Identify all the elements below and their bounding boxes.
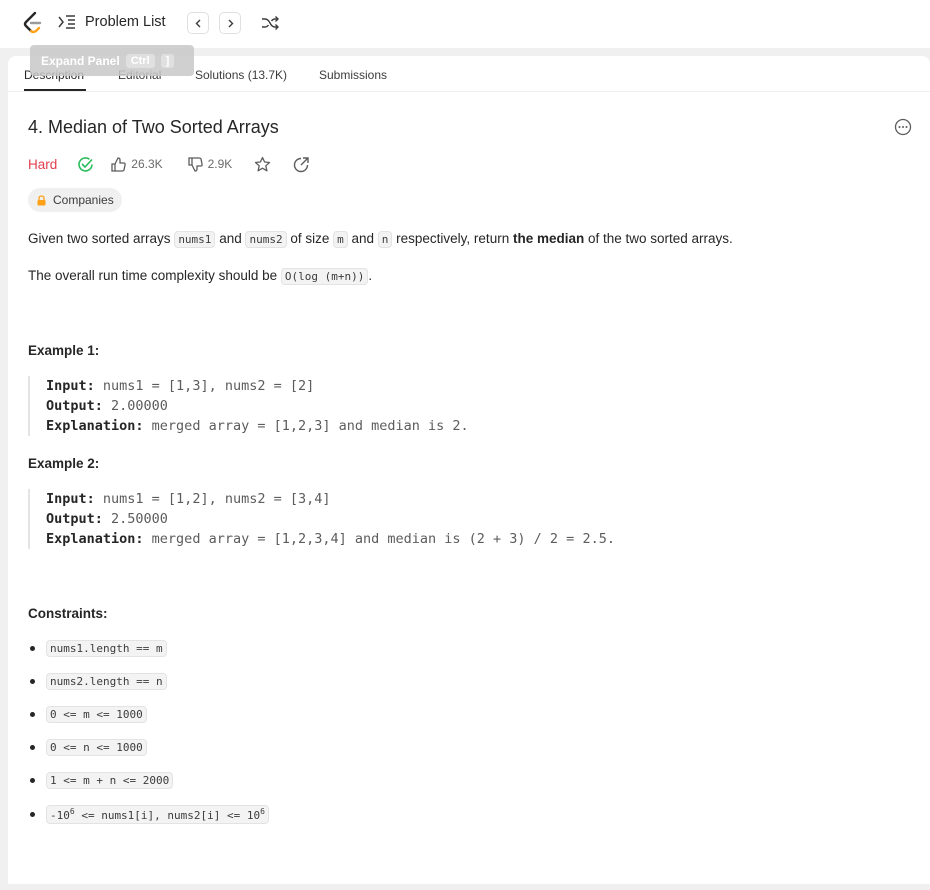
example-explanation: merged array = [1,2,3,4] and median is (… <box>143 531 615 547</box>
prev-problem-button[interactable] <box>187 12 209 34</box>
inline-code: m <box>333 231 348 248</box>
constraint-code: nums2.length == n <box>46 673 167 690</box>
example-output: 2.00000 <box>102 398 168 414</box>
constraint-code: 0 <= m <= 1000 <box>46 706 147 723</box>
text: of size <box>286 231 334 246</box>
problem-list-label: Problem List <box>85 14 166 30</box>
chevron-right-icon <box>228 19 233 27</box>
tab-solutions[interactable]: Solutions (13.7K) <box>195 68 287 82</box>
top-bar: Problem List <box>0 0 930 48</box>
problem-meta-row: Hard 26.3K 2.9K <box>28 155 310 173</box>
text: The overall run time complexity should b… <box>28 268 281 283</box>
companies-label: Companies <box>53 193 114 207</box>
shuffle-icon[interactable] <box>261 14 279 32</box>
tab-submissions[interactable]: Submissions <box>319 68 387 82</box>
next-problem-button[interactable] <box>219 12 241 34</box>
explanation-label: Explanation: <box>46 418 144 434</box>
more-options-icon[interactable] <box>894 118 912 136</box>
problem-title: 4. Median of Two Sorted Arrays <box>28 117 279 137</box>
example-output: 2.50000 <box>102 511 168 527</box>
leetcode-logo-icon[interactable] <box>22 11 44 35</box>
example-explanation: merged array = [1,2,3] and median is 2. <box>143 418 469 434</box>
constraint-code: 1 <= m + n <= 2000 <box>46 772 174 789</box>
inline-code: nums1 <box>174 231 216 248</box>
constraint-item: nums2.length == n <box>28 673 167 690</box>
example-1-block: Input: nums1 = [1,3], nums2 = [2] Output… <box>28 376 469 436</box>
output-label: Output: <box>46 398 103 414</box>
active-tab-indicator <box>24 89 86 91</box>
superscript: 6 <box>260 807 265 816</box>
description-paragraph-1: Given two sorted arrays nums1 and nums2 … <box>28 231 733 248</box>
bold-text: the median <box>512 231 585 246</box>
shortcut-key: Ctrl <box>125 53 155 68</box>
constraints-heading: Constraints: <box>28 606 108 621</box>
chevron-left-icon <box>195 19 200 27</box>
difficulty-badge: Hard <box>28 156 58 172</box>
constraint-item: -106 <= nums1[i], nums2[i] <= 106 <box>28 805 269 824</box>
example-1-heading: Example 1: <box>28 343 100 358</box>
thumbs-down-icon <box>187 156 203 172</box>
example-input: nums1 = [1,2], nums2 = [3,4] <box>94 491 331 507</box>
text: <= nums1[i], nums2[i] <= 10 <box>74 809 261 822</box>
inline-code: n <box>377 231 393 248</box>
constraint-item: nums1.length == m <box>28 640 167 657</box>
text: respectively, return <box>392 231 513 246</box>
constraint-item: 0 <= n <= 1000 <box>28 739 147 756</box>
text: and <box>347 231 378 246</box>
lock-icon <box>37 194 46 205</box>
inline-code: nums2 <box>245 231 287 248</box>
bullet <box>30 812 35 817</box>
like-button[interactable]: 26.3K <box>110 156 163 173</box>
bullet <box>30 679 35 684</box>
bullet <box>30 778 35 783</box>
star-icon[interactable] <box>254 156 271 173</box>
expand-panel-tooltip: Expand Panel Ctrl ] <box>30 45 194 76</box>
inline-code: O(log (m+n)) <box>280 268 369 285</box>
thumbs-up-icon <box>111 156 127 172</box>
bullet <box>30 712 35 717</box>
description-paragraph-2: The overall run time complexity should b… <box>28 268 373 285</box>
constraint-code: -106 <= nums1[i], nums2[i] <= 106 <box>46 805 269 824</box>
text: . <box>368 268 373 283</box>
companies-button[interactable]: Companies <box>28 188 122 212</box>
bullet <box>30 745 35 750</box>
example-2-block: Input: nums1 = [1,2], nums2 = [3,4] Outp… <box>28 489 615 549</box>
input-label: Input: <box>46 491 95 507</box>
text: and <box>215 231 246 246</box>
output-label: Output: <box>46 511 103 527</box>
text: Given two sorted arrays <box>28 231 175 246</box>
text: of the two sorted arrays. <box>584 231 733 246</box>
constraint-code: nums1.length == m <box>46 640 167 657</box>
example-input: nums1 = [1,3], nums2 = [2] <box>94 378 315 394</box>
share-icon[interactable] <box>293 156 310 173</box>
text: -10 <box>50 809 70 822</box>
tooltip-label: Expand Panel <box>41 53 120 68</box>
shortcut-key: ] <box>160 53 175 68</box>
constraint-code: 0 <= n <= 1000 <box>46 739 147 756</box>
dislike-button[interactable]: 2.9K <box>187 156 233 173</box>
problem-list-button[interactable]: Problem List <box>58 13 166 31</box>
constraint-item: 0 <= m <= 1000 <box>28 706 147 723</box>
list-expand-icon <box>58 15 75 29</box>
like-count: 26.3K <box>131 157 163 171</box>
bullet <box>30 646 35 651</box>
input-label: Input: <box>46 378 95 394</box>
explanation-label: Explanation: <box>46 531 144 547</box>
constraint-item: 1 <= m + n <= 2000 <box>28 772 174 789</box>
example-2-heading: Example 2: <box>28 456 100 471</box>
description-panel: Description Editorial Solutions (13.7K) … <box>8 56 930 884</box>
dislike-count: 2.9K <box>207 157 233 171</box>
solved-check-icon <box>78 156 94 172</box>
